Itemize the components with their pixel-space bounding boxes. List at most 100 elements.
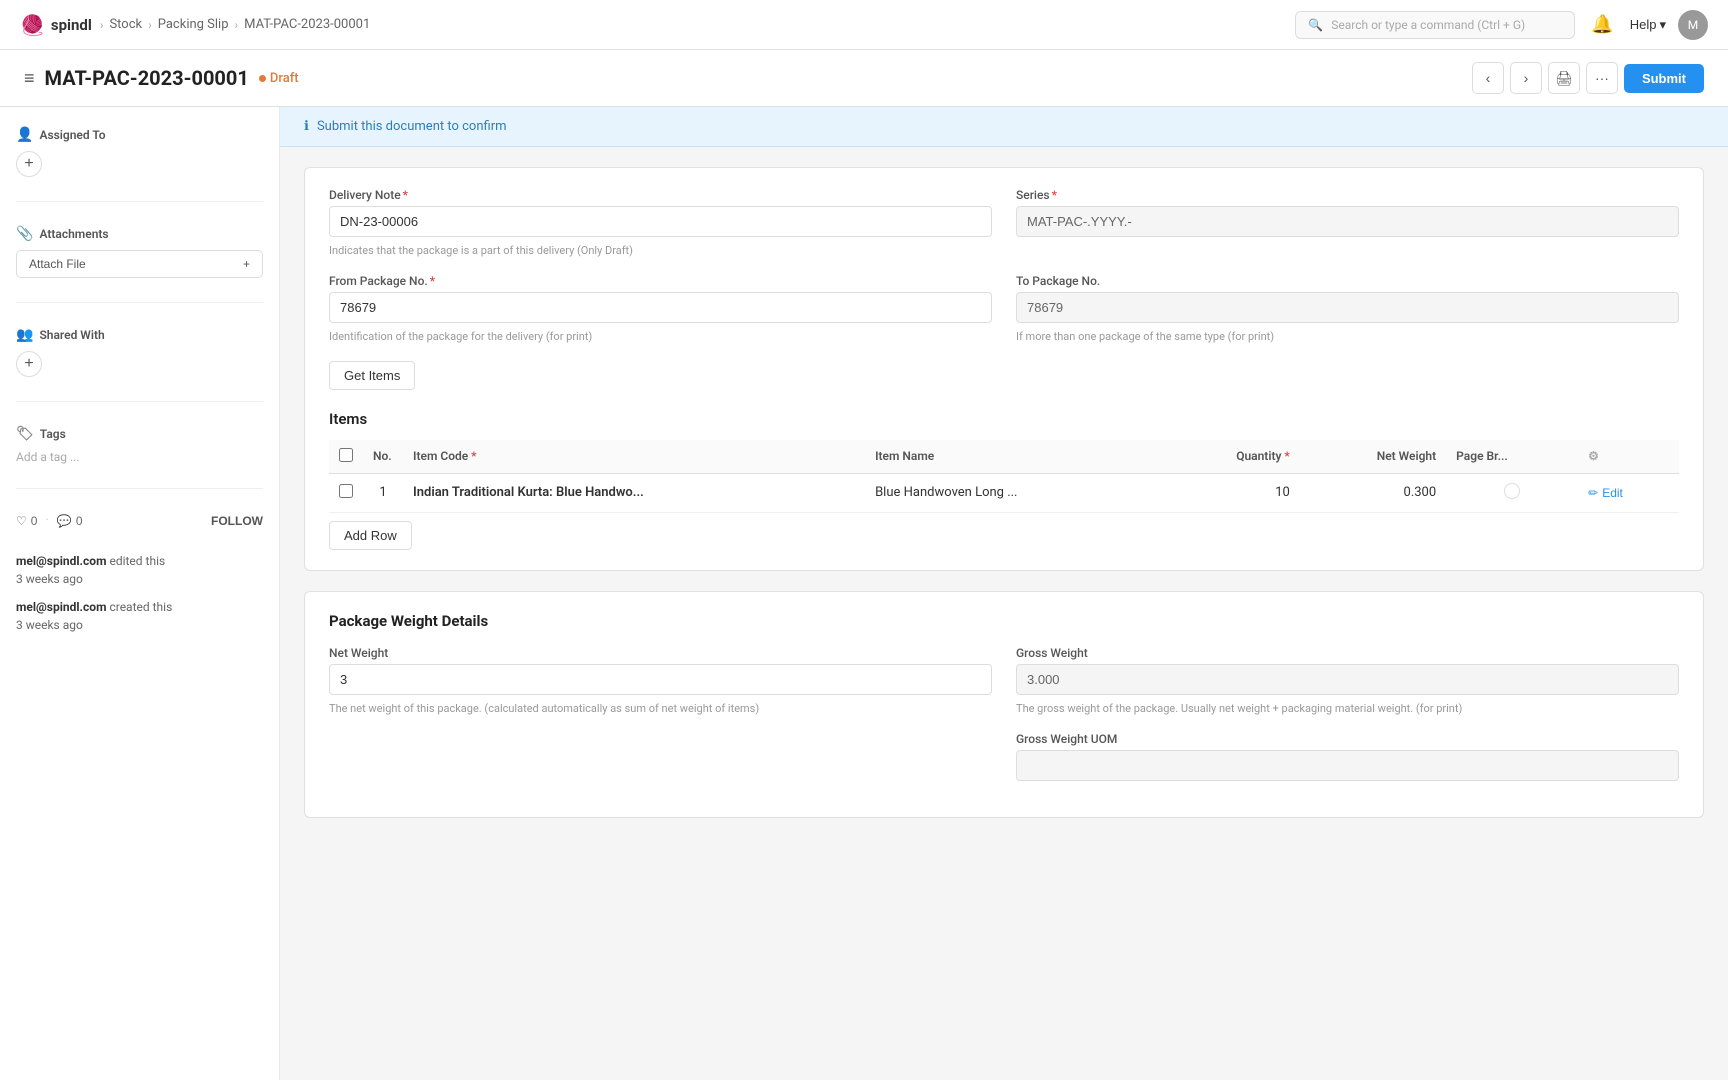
from-package-input[interactable] [329, 292, 992, 323]
help-label: Help [1630, 17, 1657, 32]
shared-with-label: Shared With [39, 328, 104, 342]
attachments-section: 📎 Attachments Attach File + [16, 226, 263, 278]
add-assigned-to-button[interactable]: + [16, 151, 42, 177]
tags-section: 🏷 Tags Add a tag ... [16, 426, 263, 464]
breadcrumb-stock[interactable]: Stock [109, 17, 142, 32]
col-item-name: Item Name [865, 440, 1164, 474]
search-bar[interactable]: 🔍 Search or type a command (Ctrl + G) [1295, 11, 1575, 39]
package-weight-title: Package Weight Details [329, 612, 1679, 630]
gross-weight-uom-label: Gross Weight UOM [1016, 732, 1679, 746]
row-checkbox[interactable] [339, 484, 353, 498]
topnav-right: 🔍 Search or type a command (Ctrl + G) 🔔 … [1295, 10, 1708, 40]
row-page-break-cell [1446, 473, 1578, 512]
chevron-down-icon: ▾ [1659, 17, 1666, 33]
col-net-weight: Net Weight [1300, 440, 1446, 474]
shared-icon: 👥 [16, 327, 33, 343]
page: ≡ MAT-PAC-2023-00001 Draft ‹ › 🖨 ··· Sub… [0, 50, 1728, 1080]
form-container: Delivery Note* Indicates that the packag… [280, 147, 1728, 838]
add-shared-with-button[interactable]: + [16, 351, 42, 377]
attach-file-label: Attach File [29, 257, 86, 271]
attach-plus-icon: + [243, 257, 250, 271]
items-table-head: No. Item Code Item Name Quantity Net Wei… [329, 440, 1679, 474]
topnav-left: 🧶 spindl › Stock › Packing Slip › MAT-PA… [20, 13, 370, 37]
to-package-input[interactable] [1016, 292, 1679, 323]
col-item-code: Item Code [403, 440, 865, 474]
activity-user-1: mel@spindl.com [16, 600, 106, 614]
add-tag-placeholder[interactable]: Add a tag ... [16, 450, 263, 464]
heart-icon: ♡ [16, 514, 27, 528]
breadcrumb-doc-id[interactable]: MAT-PAC-2023-00001 [244, 17, 370, 32]
activity-time-1: 3 weeks ago [16, 618, 83, 632]
main-content: ℹ Submit this document to confirm Delive… [280, 107, 1728, 1080]
net-weight-group: Net Weight The net weight of this packag… [329, 646, 992, 716]
breadcrumb-sep-0: › [100, 18, 104, 32]
comments-count: 0 [76, 514, 83, 528]
gross-weight-uom-group: Gross Weight UOM [1016, 732, 1679, 781]
to-package-hint: If more than one package of the same typ… [1016, 329, 1679, 344]
logo-icon: 🧶 [20, 13, 45, 37]
attachments-title: 📎 Attachments [16, 226, 263, 242]
get-items-button[interactable]: Get Items [329, 361, 415, 390]
submit-button[interactable]: Submit [1624, 64, 1704, 93]
assigned-to-section: 👤 Assigned To + [16, 127, 263, 177]
follow-button[interactable]: FOLLOW [211, 514, 263, 528]
gross-weight-group: Gross Weight The gross weight of the pac… [1016, 646, 1679, 716]
notifications-button[interactable]: 🔔 [1587, 10, 1617, 39]
notice-banner: ℹ Submit this document to confirm [280, 107, 1728, 147]
delivery-card: Delivery Note* Indicates that the packag… [304, 167, 1704, 571]
sidebar: 👤 Assigned To + 📎 Attachments Attach Fil… [0, 107, 280, 1080]
table-row: 1 Indian Traditional Kurta: Blue Handwo.… [329, 473, 1679, 512]
delivery-note-input[interactable] [329, 206, 992, 237]
shared-with-title: 👥 Shared With [16, 327, 263, 343]
items-section-title: Items [329, 410, 1679, 428]
breadcrumb-packing-slip[interactable]: Packing Slip [158, 17, 229, 32]
to-package-label: To Package No. [1016, 274, 1679, 288]
delivery-note-hint: Indicates that the package is a part of … [329, 243, 992, 258]
col-no: No. [363, 440, 403, 474]
activity-item-0: mel@spindl.com edited this 3 weeks ago [16, 552, 263, 588]
status-badge: Draft [259, 71, 299, 86]
net-weight-input[interactable] [329, 664, 992, 695]
more-options-button[interactable]: ··· [1586, 62, 1618, 94]
next-button[interactable]: › [1510, 62, 1542, 94]
weight-row: Net Weight The net weight of this packag… [329, 646, 1679, 716]
from-package-hint: Identification of the package for the de… [329, 329, 992, 344]
comment-icon: 💬 [57, 514, 72, 528]
avatar[interactable]: M [1678, 10, 1708, 40]
series-input[interactable] [1016, 206, 1679, 237]
edit-row-button[interactable]: ✏ Edit [1588, 486, 1623, 500]
activity-sep: · [45, 513, 48, 528]
prev-button[interactable]: ‹ [1472, 62, 1504, 94]
notice-icon: ℹ [304, 119, 309, 134]
select-all-checkbox[interactable] [339, 448, 353, 462]
breadcrumb-sep-1: › [148, 18, 152, 32]
gross-weight-uom-input[interactable] [1016, 750, 1679, 781]
activity-action-1: created this [109, 600, 172, 614]
row-item-name-cell: Blue Handwoven Long ... [865, 473, 1164, 512]
page-title-area: ≡ MAT-PAC-2023-00001 Draft [24, 66, 299, 90]
row-checkbox-cell [329, 473, 363, 512]
like-button[interactable]: ♡ 0 [16, 514, 37, 528]
attach-file-button[interactable]: Attach File + [16, 250, 263, 278]
logo[interactable]: 🧶 spindl [20, 13, 92, 37]
net-weight-label: Net Weight [329, 646, 992, 660]
likes-count: 0 [31, 514, 38, 528]
tags-label: Tags [40, 427, 66, 441]
shared-with-section: 👥 Shared With + [16, 327, 263, 377]
row-net-weight-cell: 0.300 [1300, 473, 1446, 512]
activity-log: mel@spindl.com edited this 3 weeks ago m… [16, 552, 263, 634]
settings-gear-icon[interactable]: ⚙ [1588, 449, 1599, 463]
print-button[interactable]: 🖨 [1548, 62, 1580, 94]
help-button[interactable]: Help ▾ [1630, 17, 1666, 33]
page-title: MAT-PAC-2023-00001 [45, 66, 249, 90]
pencil-icon: ✏ [1588, 486, 1598, 500]
comment-button[interactable]: 💬 0 [57, 514, 83, 528]
add-row-button[interactable]: Add Row [329, 521, 412, 550]
col-settings: ⚙ [1578, 440, 1679, 474]
divider-2 [16, 302, 263, 303]
hamburger-icon[interactable]: ≡ [24, 68, 35, 89]
row-edit-cell: ✏ Edit [1578, 473, 1679, 512]
tags-title: 🏷 Tags [16, 426, 263, 442]
search-icon: 🔍 [1308, 18, 1323, 32]
gross-weight-input[interactable] [1016, 664, 1679, 695]
